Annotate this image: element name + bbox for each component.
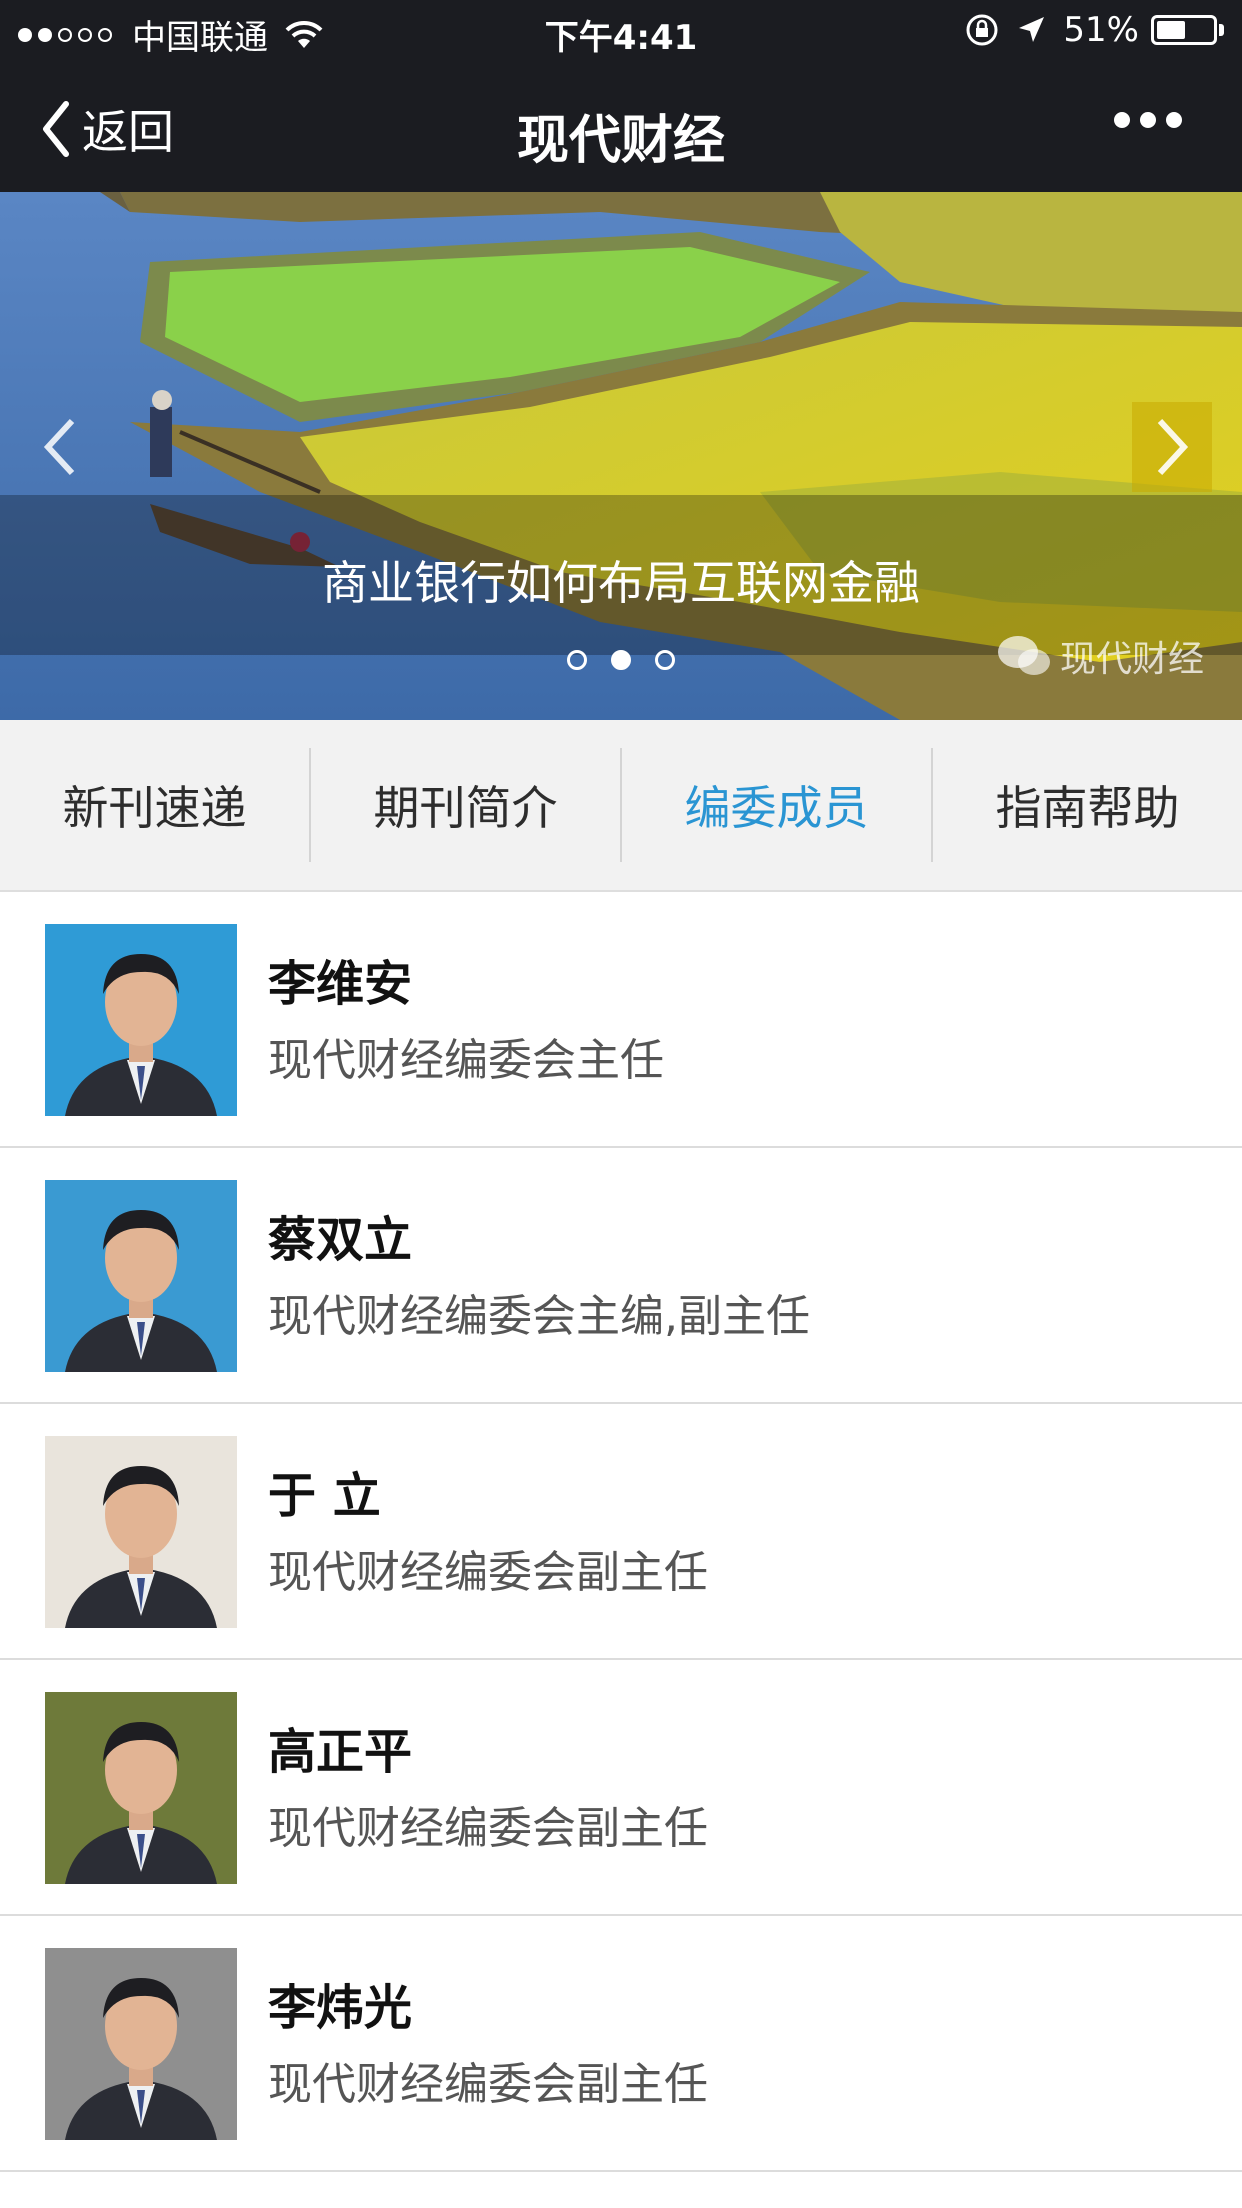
carousel-next-button[interactable] [1132,402,1212,492]
member-row[interactable]: 高正平现代财经编委会副主任 [0,1660,1242,1916]
member-name: 李炜光 [268,1980,413,2036]
member-name: 李维安 [268,956,413,1012]
battery-tip [1219,24,1224,36]
watermark-text: 现代财经 [1059,639,1204,680]
pagination-dot[interactable] [655,650,675,670]
member-row[interactable]: 蔡双立现代财经编委会主编,副主任 [0,1148,1242,1404]
avatar [45,1180,237,1372]
member-row[interactable]: 李炜光现代财经编委会副主任 [0,1916,1242,2172]
member-title: 现代财经编委会副主任 [268,1547,708,1598]
more-dot-icon [1114,112,1130,128]
banner-caption[interactable]: 商业银行如何布局互联网金融 [0,547,1242,613]
rotation-lock-icon [966,14,998,46]
banner-carousel[interactable]: 商业银行如何布局互联网金融 现代财经 [0,192,1242,720]
more-dot-icon [1166,112,1182,128]
watermark: 现代财经 [996,630,1204,682]
more-menu-button[interactable] [1104,112,1182,128]
tab-2[interactable]: 期刊简介 [309,748,620,862]
member-name: 于 立 [268,1468,381,1524]
member-name: 蔡双立 [268,1212,413,1268]
wechat-icon [997,636,1050,675]
chevron-right-icon [1157,418,1189,476]
member-title: 现代财经编委会副主任 [268,1803,708,1854]
tab-bar: 新刊速递 期刊简介 编委成员 指南帮助 [0,720,1242,892]
member-title: 现代财经编委会副主任 [268,2059,708,2110]
battery-percent: 51% [1063,10,1139,50]
pagination-dot[interactable] [611,650,631,670]
chevron-left-icon [43,418,75,476]
member-title: 现代财经编委会主任 [268,1035,664,1086]
member-row[interactable]: 李维安现代财经编委会主任 [0,892,1242,1148]
member-list: 李维安现代财经编委会主任蔡双立现代财经编委会主编,副主任于 立现代财经编委会副主… [0,892,1242,2172]
location-arrow-icon [1019,17,1045,42]
page-title: 现代财经 [516,111,725,171]
carousel-prev-button[interactable] [20,402,100,492]
navigation-bar: 返回 现代财经 [0,62,1242,192]
tab-4[interactable]: 指南帮助 [931,748,1242,862]
member-title: 现代财经编委会主编,副主任 [268,1291,810,1342]
pagination-dot[interactable] [567,650,587,670]
avatar [45,1948,237,2140]
status-bar: 中国联通 下午4:41 51% [0,0,1242,62]
avatar [45,924,237,1116]
member-row[interactable]: 于 立现代财经编委会副主任 [0,1404,1242,1660]
member-name: 高正平 [268,1724,413,1780]
battery-icon [1151,15,1217,45]
avatar [45,1436,237,1628]
tab-1[interactable]: 新刊速递 [0,748,309,862]
tab-3[interactable]: 编委成员 [620,748,931,862]
status-right: 51% [965,10,1224,50]
avatar [45,1692,237,1884]
more-dot-icon [1140,112,1156,128]
